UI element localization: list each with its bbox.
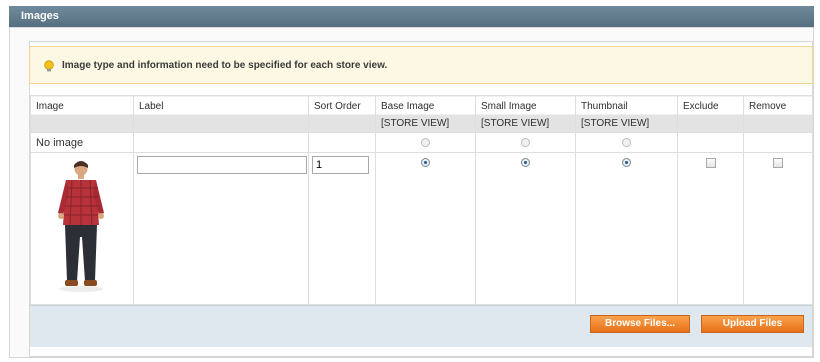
column-header-exclude: Exclude bbox=[677, 95, 744, 133]
column-header-label: Label bbox=[133, 95, 309, 133]
notice-box: Image type and information need to be sp… bbox=[29, 46, 813, 84]
remove-checkbox[interactable] bbox=[773, 158, 783, 168]
product-thumbnail bbox=[33, 155, 129, 295]
section-header: Images bbox=[9, 6, 814, 28]
sort-order-input[interactable] bbox=[312, 156, 369, 174]
column-header-thumbnail: Thumbnail [STORE VIEW] bbox=[575, 95, 678, 133]
product-photo-man-plaid-shirt bbox=[58, 161, 104, 292]
table-row-image bbox=[30, 152, 813, 305]
no-image-label: No image bbox=[30, 132, 134, 153]
table-header-row: Image Label Sort Order Base Image [STORE … bbox=[30, 95, 813, 133]
column-header-sort-order: Sort Order bbox=[308, 95, 376, 133]
no-image-small-radio[interactable] bbox=[521, 138, 530, 147]
column-header-small-image: Small Image [STORE VIEW] bbox=[475, 95, 576, 133]
thumbnail-radio[interactable] bbox=[622, 158, 631, 167]
browse-files-button[interactable]: Browse Files... bbox=[590, 315, 690, 333]
notice-text: Image type and information need to be sp… bbox=[62, 60, 388, 71]
exclude-checkbox[interactable] bbox=[705, 158, 716, 168]
image-label-input[interactable] bbox=[137, 156, 307, 174]
column-header-image: Image bbox=[30, 95, 134, 133]
images-table: Image Label Sort Order Base Image [STORE … bbox=[30, 95, 813, 305]
no-image-base-radio[interactable] bbox=[421, 138, 430, 147]
section-title: Images bbox=[21, 10, 59, 22]
product-image-cell bbox=[30, 152, 134, 305]
small-image-radio[interactable] bbox=[521, 158, 530, 167]
upload-toolbar: Browse Files... Upload Files bbox=[30, 305, 812, 347]
base-image-radio[interactable] bbox=[421, 158, 430, 167]
column-header-base-image: Base Image [STORE VIEW] bbox=[375, 95, 476, 133]
lightbulb-icon bbox=[44, 60, 54, 72]
column-header-remove: Remove bbox=[743, 95, 813, 133]
upload-files-button[interactable]: Upload Files bbox=[701, 315, 804, 333]
no-image-thumbnail-radio[interactable] bbox=[622, 138, 631, 147]
table-row-no-image: No image bbox=[30, 132, 813, 153]
